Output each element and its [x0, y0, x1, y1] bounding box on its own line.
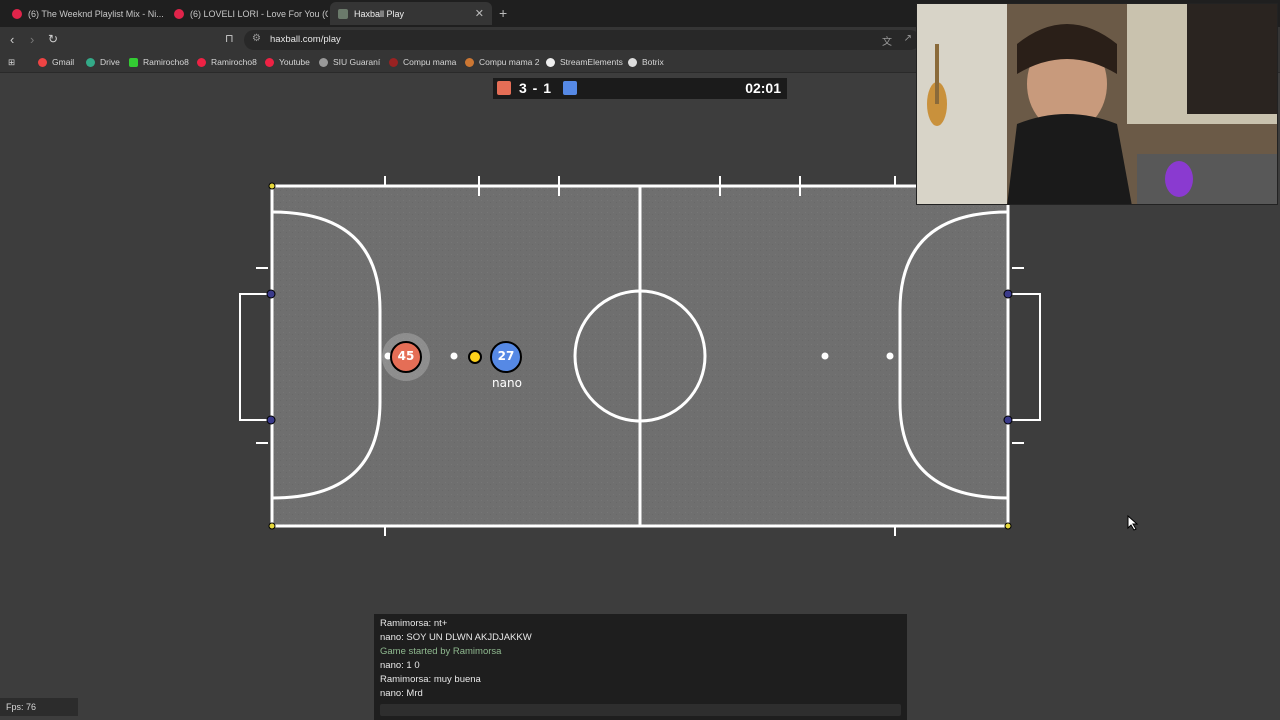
webcam-overlay [916, 3, 1278, 205]
kickoff-marker [821, 352, 829, 360]
chat-message: Ramimorsa: muy buena [380, 674, 481, 685]
right-goal [1008, 293, 1041, 421]
kickoff-marker [450, 352, 458, 360]
streamer-camera-image [917, 4, 1277, 204]
chat-message: nano: 1 0 [380, 660, 420, 671]
chat-input[interactable] [380, 704, 901, 716]
mouse-cursor-icon [1127, 515, 1139, 531]
kickoff-marker [886, 352, 894, 360]
fps-counter: Fps: 76 [0, 698, 78, 716]
chat-panel: Ramimorsa: nt+ nano: SOY UN DLWN AKJDJAK… [374, 614, 907, 720]
player-blue-number: 27 [497, 349, 515, 363]
left-goal [239, 293, 272, 421]
ball [468, 350, 482, 364]
chat-message: nano: SOY UN DLWN AKJDJAKKW [380, 632, 532, 643]
chat-message: nano: Mrd [380, 688, 423, 699]
chat-message: Ramimorsa: nt+ [380, 618, 448, 629]
player-blue-name: nano [492, 376, 522, 390]
player-red-number: 45 [397, 349, 415, 363]
chat-system-message: Game started by Ramimorsa [380, 646, 502, 657]
